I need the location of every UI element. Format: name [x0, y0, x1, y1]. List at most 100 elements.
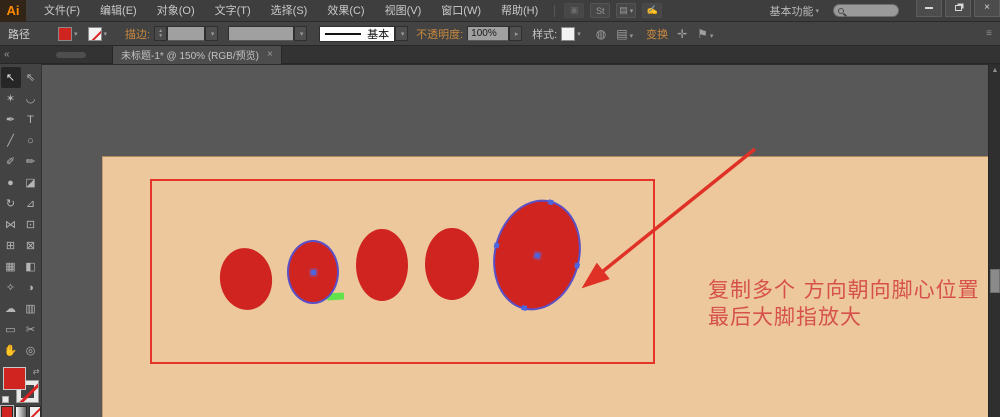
- stock-button[interactable]: St: [590, 3, 611, 18]
- opacity-arrow[interactable]: ▸: [509, 26, 523, 41]
- line-segment-tool[interactable]: ╱: [1, 130, 21, 151]
- stroke-weight-field[interactable]: [167, 26, 206, 41]
- menu-item-5[interactable]: 选择(S): [261, 0, 318, 22]
- toe-ellipse-4[interactable]: [425, 228, 479, 300]
- drag-grip[interactable]: [56, 51, 86, 58]
- artwork-layer: [42, 65, 1000, 417]
- hand-tool[interactable]: ✋: [1, 340, 21, 361]
- fill-swatch[interactable]: [58, 26, 72, 41]
- document-tab[interactable]: 未标题-1* @ 150% (RGB/预览) ×: [112, 45, 282, 64]
- brush-definition-dropdown[interactable]: [228, 26, 295, 41]
- pen-tool[interactable]: ✒: [1, 109, 21, 130]
- minimize-button[interactable]: [916, 0, 942, 17]
- magic-wand-tool[interactable]: ✶: [1, 88, 21, 109]
- transform-panel-link[interactable]: 变换: [646, 26, 668, 42]
- swap-fill-stroke-icon[interactable]: ⇄: [33, 367, 40, 376]
- tab-close-icon[interactable]: ×: [267, 49, 273, 60]
- opacity-field[interactable]: 100%: [467, 26, 510, 41]
- menu-item-1[interactable]: 文件(F): [34, 0, 90, 22]
- annotation-line-2: 最后大脚指放大: [708, 305, 862, 329]
- slice-tool[interactable]: ✂: [21, 319, 41, 340]
- chevron-down-icon: ▾: [74, 30, 78, 38]
- stroke-style-dropdown[interactable]: 基本: [319, 25, 396, 42]
- canvas-viewport[interactable]: 复制多个 方向朝向脚心位置 最后大脚指放大 ▲: [42, 64, 1000, 417]
- default-fill-stroke-icon[interactable]: [1, 396, 9, 403]
- fill-color-control[interactable]: ▾: [58, 26, 78, 41]
- symbol-sprayer-tool[interactable]: ☁: [1, 298, 21, 319]
- search-input[interactable]: [833, 4, 899, 17]
- menu-item-4[interactable]: 文字(T): [205, 0, 261, 22]
- toe-ellipse-3[interactable]: [356, 229, 408, 301]
- stroke-weight-dropdown[interactable]: ▾: [205, 26, 219, 41]
- workspace-label: 基本功能: [769, 5, 814, 18]
- stroke-swatch[interactable]: [87, 26, 102, 41]
- menu-item-3[interactable]: 对象(O): [147, 0, 205, 22]
- style-control[interactable]: ▾: [561, 26, 581, 41]
- menu-item-6[interactable]: 效果(C): [317, 0, 374, 22]
- gradient-button[interactable]: [14, 406, 27, 417]
- style-swatch[interactable]: [561, 26, 576, 41]
- center-anchor: [534, 252, 541, 259]
- panel-dock-icon[interactable]: ≡: [986, 28, 992, 39]
- none-button[interactable]: [28, 406, 41, 417]
- free-transform-tool[interactable]: ⊡: [21, 214, 41, 235]
- shape-builder-tool[interactable]: ⊞: [1, 235, 21, 256]
- menu-item-9[interactable]: 帮助(H): [491, 0, 548, 22]
- fill-color-box[interactable]: [2, 367, 26, 390]
- blend-tool[interactable]: ◑: [21, 277, 41, 298]
- direct-selection-tool[interactable]: ⇖: [21, 67, 41, 88]
- pencil-tool[interactable]: ✏: [21, 151, 41, 172]
- workspace-switcher[interactable]: 基本功能 ▾: [769, 3, 819, 19]
- collapse-panels-icon[interactable]: «: [0, 49, 42, 60]
- close-button[interactable]: ×: [974, 0, 1000, 17]
- stroke-color-control[interactable]: ▾: [87, 26, 107, 41]
- width-tool[interactable]: ⋈: [1, 214, 21, 235]
- eyedropper-tool[interactable]: ✧: [1, 277, 21, 298]
- artboard-tool[interactable]: ▭: [1, 319, 21, 340]
- gradient-tool[interactable]: ◧: [21, 256, 41, 277]
- color-button[interactable]: [0, 405, 14, 417]
- mesh-tool[interactable]: ▦: [1, 256, 21, 277]
- vertical-scrollbar[interactable]: ▲: [988, 65, 1000, 417]
- document-setup-globe-icon[interactable]: ◍: [596, 27, 606, 41]
- toe-ellipse-2[interactable]: [287, 240, 339, 304]
- stroke-panel-link[interactable]: 描边:: [125, 26, 150, 42]
- scrollbar-thumb[interactable]: [990, 269, 1000, 293]
- scale-tool[interactable]: ⊿: [21, 193, 41, 214]
- document-title: 未标题-1* @ 150% (RGB/预览): [121, 51, 259, 62]
- paintbrush-tool[interactable]: ✐: [1, 151, 21, 172]
- ellipse-tool[interactable]: ○: [21, 130, 41, 151]
- tools-panel: ↖ ⇖ ✶ ◡ ✒ T ╱ ○ ✐ ✏ ● ◪ ↻ ⊿ ⋈ ⊡ ⊞ ⊠ ▦ ◧ ✧ ◑ ☁ ▥ ▭ ✂ ✋ ◎ ⇄: [0, 64, 42, 417]
- lasso-tool[interactable]: ◡: [21, 88, 41, 109]
- anchor-point[interactable]: [547, 199, 554, 206]
- bridge-icon[interactable]: ▣: [564, 3, 585, 18]
- perspective-grid-tool[interactable]: ⊠: [21, 235, 41, 256]
- chevron-down-icon: ▾: [577, 30, 581, 38]
- select-similar-icon[interactable]: ⚑ ▾: [697, 27, 713, 41]
- opacity-panel-link[interactable]: 不透明度:: [416, 26, 463, 42]
- stroke-weight-stepper[interactable]: ▲ ▼: [154, 26, 168, 41]
- zoom-tool[interactable]: ◎: [21, 340, 41, 361]
- anchor-point[interactable]: [521, 304, 528, 312]
- selection-tool[interactable]: ↖: [0, 67, 21, 88]
- share-icon[interactable]: ✍: [642, 3, 663, 18]
- anchor-point[interactable]: [493, 242, 500, 249]
- menu-item-7[interactable]: 视图(V): [375, 0, 432, 22]
- type-tool[interactable]: T: [21, 109, 41, 130]
- stroke-style-label: 基本: [367, 28, 390, 41]
- stroke-style-arrow[interactable]: ▾: [395, 26, 409, 41]
- fill-stroke-indicator[interactable]: ⇄: [1, 367, 40, 403]
- rotate-tool[interactable]: ↻: [1, 193, 21, 214]
- menu-item-2[interactable]: 编辑(E): [90, 0, 147, 22]
- arrange-documents-icon[interactable]: ▤ ▾: [616, 3, 637, 18]
- brush-dropdown-arrow[interactable]: ▾: [294, 26, 308, 41]
- search-icon: [838, 7, 844, 14]
- restore-button[interactable]: [945, 0, 971, 17]
- document-setup-icon[interactable]: ▤ ▾: [616, 27, 633, 41]
- align-icon[interactable]: ✛: [677, 27, 687, 41]
- eraser-tool[interactable]: ◪: [21, 172, 41, 193]
- blob-brush-tool[interactable]: ●: [1, 172, 21, 193]
- scroll-up-icon[interactable]: ▲: [989, 65, 1000, 76]
- column-graph-tool[interactable]: ▥: [21, 298, 41, 319]
- menu-item-8[interactable]: 窗口(W): [431, 0, 491, 22]
